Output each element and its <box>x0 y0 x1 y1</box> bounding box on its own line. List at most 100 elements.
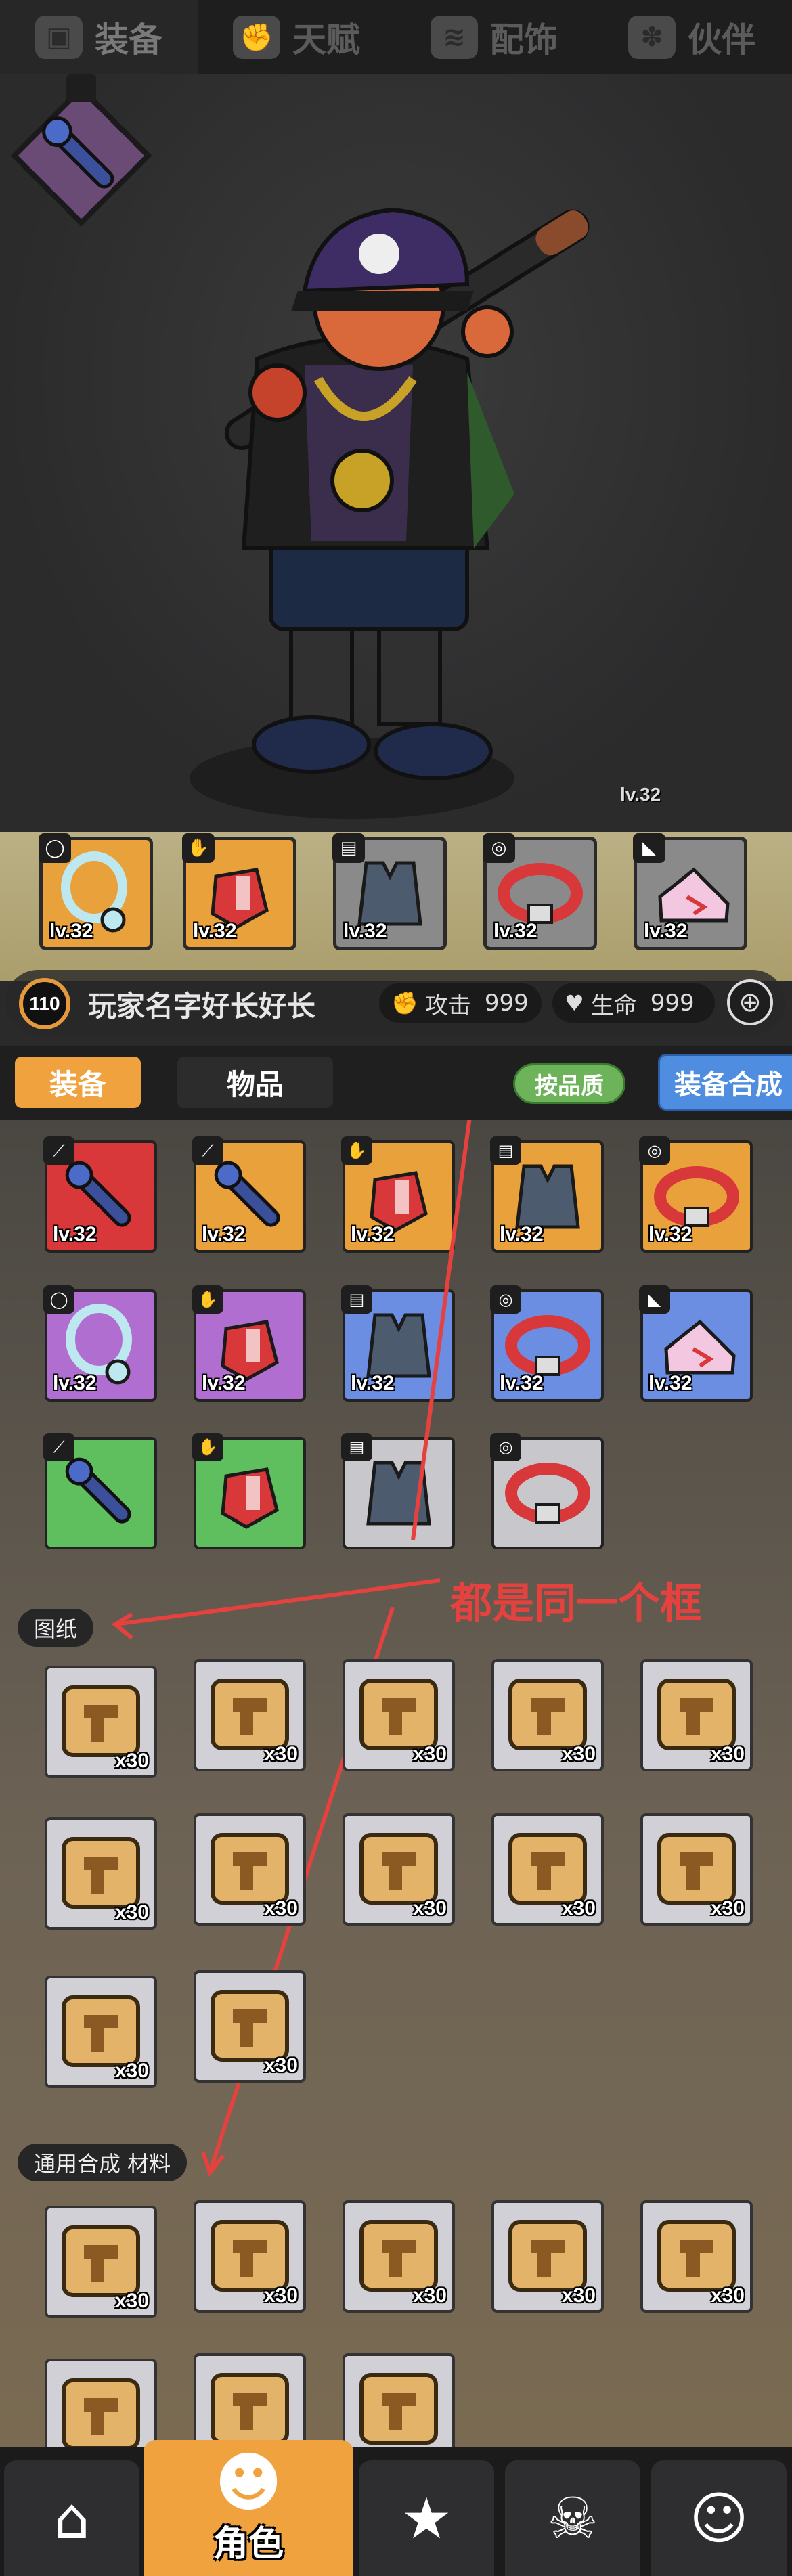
tab-inventory-items[interactable]: 物品 <box>177 1057 333 1108</box>
item-quantity: x30 <box>561 2284 596 2307</box>
item-quantity: x30 <box>263 2054 298 2077</box>
blueprint-item[interactable]: x30 <box>640 1659 753 1771</box>
equipped-slot-shoe[interactable]: ◣ lv.32 <box>633 833 747 950</box>
paw-icon: ✽ <box>628 16 676 59</box>
equipped-slot-glove[interactable]: ✋ lv.32 <box>182 833 296 950</box>
blueprint-item[interactable]: x30 <box>194 1659 306 1771</box>
blueprint-item[interactable]: x30 <box>343 1813 455 1926</box>
inventory-item[interactable]: ▤ <box>341 1433 455 1549</box>
hp-value: 999 <box>650 990 695 1017</box>
inventory-item[interactable]: ▤ lv.32 <box>341 1285 455 1402</box>
inventory-item[interactable]: ✋ lv.32 <box>341 1136 455 1253</box>
inventory-tab-bar: 装备 物品 按品质 装备合成 <box>0 1046 792 1120</box>
attack-stat: ✊ 攻击 999 <box>379 983 542 1023</box>
inventory-item[interactable]: ▤ lv.32 <box>490 1136 604 1253</box>
equipped-level: lv.32 <box>644 920 688 942</box>
item-level: lv.32 <box>648 1372 692 1394</box>
zoom-button[interactable]: ⊕ <box>727 979 773 1025</box>
item-quantity: x30 <box>412 1897 447 1919</box>
blueprint-item[interactable]: x30 <box>194 1813 306 1926</box>
blueprint-item[interactable]: x30 <box>640 1813 753 1926</box>
backpack-icon: ▣ <box>35 16 83 59</box>
bottom-nav: ⌂ ☻ 角色 ★ ☠ ☺ <box>0 2440 792 2576</box>
muscle-icon: ✊ <box>233 16 280 59</box>
equipment-craft-button[interactable]: 装备合成 <box>658 1054 792 1111</box>
item-level: lv.32 <box>53 1372 97 1394</box>
blueprint-item[interactable]: x30 <box>45 1666 157 1778</box>
inventory-item[interactable]: ◎ lv.32 <box>639 1136 753 1253</box>
equipped-slot-belt[interactable]: ◎ lv.32 <box>483 833 597 950</box>
inventory-item[interactable]: ⟋ lv.32 <box>192 1136 306 1253</box>
item-level: lv.32 <box>202 1223 246 1245</box>
player-name: 玩家名字好长好长 <box>88 990 316 1023</box>
sort-by-quality-button[interactable]: 按品质 <box>513 1063 625 1104</box>
item-quantity: x30 <box>710 1743 745 1765</box>
item-level: lv.32 <box>351 1223 395 1245</box>
tab-accessory-label: 配饰 <box>490 20 558 60</box>
item-quantity: x30 <box>412 2284 447 2307</box>
nav-character[interactable]: ☻ 角色 <box>144 2440 353 2576</box>
item-level: lv.32 <box>500 1223 544 1245</box>
bat-icon <box>65 1457 131 1524</box>
equipped-level: lv.32 <box>49 920 93 942</box>
nav-friends[interactable]: ☺ <box>651 2460 787 2576</box>
item-quantity: x30 <box>561 1897 596 1919</box>
skull-icon: ☠ <box>547 2485 598 2552</box>
nav-skull[interactable]: ☠ <box>505 2460 640 2576</box>
blueprint-item[interactable]: x30 <box>194 1970 306 2083</box>
blueprint-item[interactable]: x30 <box>45 1817 157 1930</box>
material-item[interactable]: x30 <box>194 2200 306 2313</box>
vest-icon <box>366 1461 431 1526</box>
equipped-level: lv.32 <box>193 920 237 942</box>
inventory-item[interactable]: ◣ lv.32 <box>639 1285 753 1402</box>
nav-star[interactable]: ★ <box>359 2460 494 2576</box>
star-icon: ★ <box>401 2485 452 2552</box>
material-item[interactable]: x30 <box>640 2200 753 2313</box>
tab-talent-label: 天赋 <box>292 20 360 60</box>
equipped-slot-necklace[interactable]: ◯ lv.32 <box>39 833 153 950</box>
inventory-item[interactable]: ⟋ <box>43 1433 157 1549</box>
inventory-item[interactable]: ◎ lv.32 <box>490 1285 604 1402</box>
inventory-item[interactable]: ◎ <box>490 1433 604 1549</box>
section-materials: 通用合成 材料 <box>18 2144 188 2181</box>
blueprint-item[interactable]: x30 <box>491 1659 604 1771</box>
equipped-slot-vest[interactable]: ▤ lv.32 <box>332 833 447 950</box>
hp-label: 生命 <box>590 992 637 1019</box>
tab-partner[interactable]: ✽ 伙伴 <box>593 0 791 74</box>
layers-icon: ≋ <box>431 16 478 59</box>
inventory-item[interactable]: ✋ <box>192 1433 306 1549</box>
inventory-item[interactable]: ◯ lv.32 <box>43 1285 157 1402</box>
material-item[interactable]: x30 <box>491 2200 604 2313</box>
blueprint-item[interactable]: x30 <box>45 1976 157 2088</box>
attack-value: 999 <box>484 990 529 1017</box>
attack-label: 攻击 <box>424 992 471 1019</box>
tab-talent[interactable]: ✊ 天赋 <box>198 0 395 74</box>
character-preview: lv.32 <box>0 74 792 832</box>
blueprint-item[interactable]: x30 <box>491 1813 604 1926</box>
item-quantity: x30 <box>114 2060 149 2082</box>
hp-stat: ♥ 生命 999 <box>552 983 715 1023</box>
inventory-item[interactable]: ⟋ lv.32 <box>43 1136 157 1253</box>
tab-accessory[interactable]: ≋ 配饰 <box>395 0 593 74</box>
tab-inventory-equipment[interactable]: 装备 <box>15 1057 141 1108</box>
inventory-panel[interactable]: ⟋ lv.32 ⟋ lv.32 ✋ lv.32 ▤ lv.32 ◎ lv.32 … <box>0 1120 792 2471</box>
item-level: lv.32 <box>53 1223 97 1245</box>
annotation-text: 都是同一个框 <box>450 1578 703 1628</box>
scroll-icon <box>359 2373 438 2445</box>
tab-equipment[interactable]: ▣ 装备 <box>0 0 198 74</box>
weapon-preview-slot[interactable] <box>0 74 162 237</box>
item-quantity: x30 <box>412 1743 447 1765</box>
inventory-item[interactable]: ✋ lv.32 <box>192 1285 306 1402</box>
blueprint-item[interactable]: x30 <box>343 1659 455 1771</box>
heart-icon: ♥ <box>565 990 584 1016</box>
glove-icon <box>221 1467 279 1529</box>
material-item[interactable]: x30 <box>343 2200 455 2313</box>
material-item[interactable]: x30 <box>45 2206 157 2318</box>
nav-shop[interactable]: ⌂ <box>4 2460 139 2576</box>
friends-icon: ☺ <box>689 2485 749 2552</box>
section-blueprints: 图纸 <box>18 1609 94 1647</box>
equipped-level: lv.32 <box>343 920 387 942</box>
shop-icon: ⌂ <box>53 2485 90 2552</box>
item-quantity: x30 <box>114 2290 149 2312</box>
item-quantity: x30 <box>263 2284 298 2307</box>
